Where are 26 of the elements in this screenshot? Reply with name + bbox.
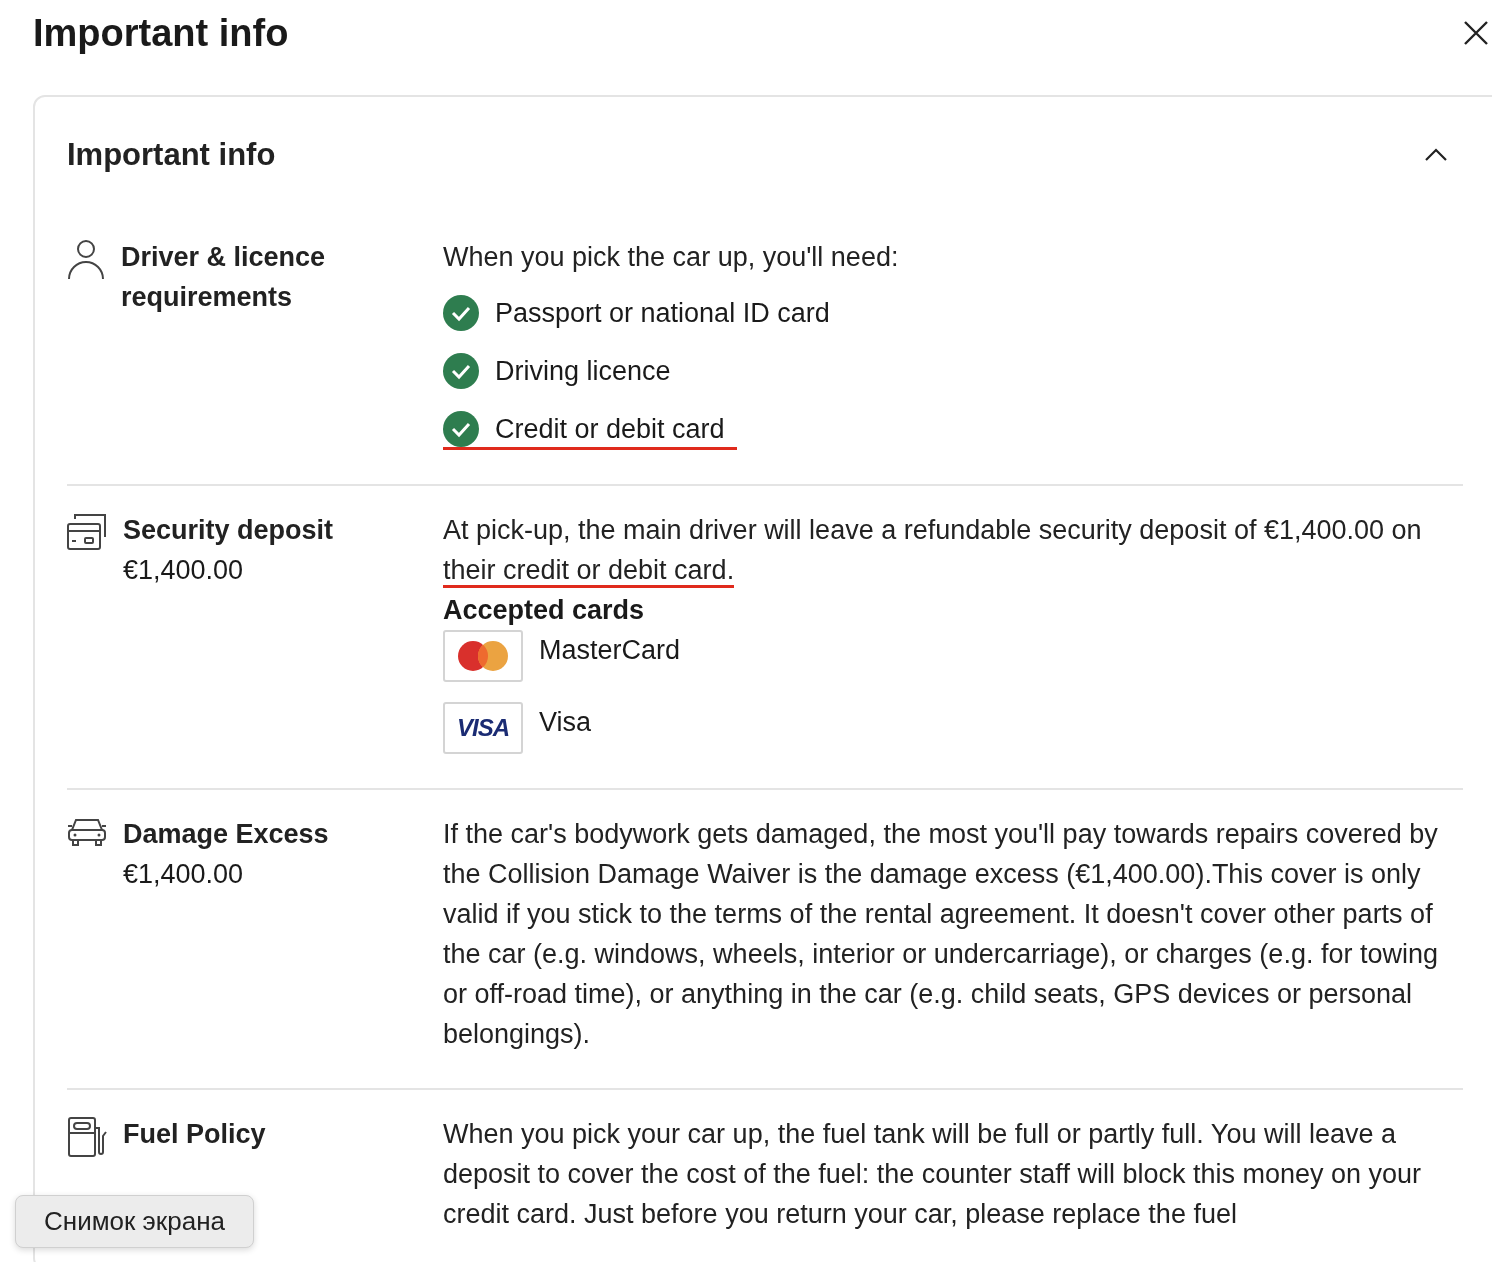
- section-amount: €1,400.00: [123, 554, 245, 587]
- credit-cards-icon: [67, 512, 107, 552]
- tooltip: Снимок экрана: [15, 1195, 254, 1248]
- card-name: MasterCard: [539, 634, 681, 667]
- section-title: Fuel Policy: [123, 1118, 267, 1151]
- section-title: Damage Excess: [123, 818, 330, 851]
- panel-title: Important info: [67, 137, 276, 173]
- section-amount: €1,400.00: [123, 858, 245, 891]
- requirement-text: Driving licence: [495, 355, 671, 388]
- requirement-text: Passport or national ID card: [495, 297, 830, 330]
- collapse-button[interactable]: [1424, 148, 1448, 162]
- section-text: If the car's bodywork gets damaged, the most you'll pay towards repairs covered by the Collision Damage Waiver is the damage excess (€1,400.00).This cover is only valid if you stick to the terms of the rental agreement. It doesn't cover other parts of the car (e.g. windows, wheels, interior or undercarriage), or charges (e.g. for towing or off-road time), or anything in the car (e.g. child seats, GPS devices or personal belongings).: [443, 818, 1439, 1051]
- card-logo: VISA: [443, 702, 523, 754]
- close-button[interactable]: [1463, 20, 1489, 46]
- person-icon: [67, 239, 105, 281]
- dialog-title: Important info: [33, 11, 289, 55]
- car-icon: [67, 816, 107, 848]
- section-text: When you pick your car up, the fuel tank will be full or partly full. You will leave a deposit to cover the cost of the fuel: the counter staff will block this money on your credit card. Just before you return your car, please replace the fuel: [443, 1118, 1423, 1231]
- requirement-text: Credit or debit card: [495, 413, 725, 446]
- requirements-intro: When you pick the car up, you'll need:: [443, 241, 900, 274]
- card-name: Visa: [539, 706, 592, 739]
- fuel-pump-icon: [67, 1116, 107, 1158]
- accepted-cards-heading: Accepted cards: [443, 594, 646, 627]
- section-title: Driver & licence requirements: [121, 241, 327, 314]
- deposit-text: At pick-up, the main driver will leave a refundable security deposit of €1,400.00 on their credit or debit card.: [443, 510, 1455, 590]
- section-title: Security deposit: [123, 514, 335, 547]
